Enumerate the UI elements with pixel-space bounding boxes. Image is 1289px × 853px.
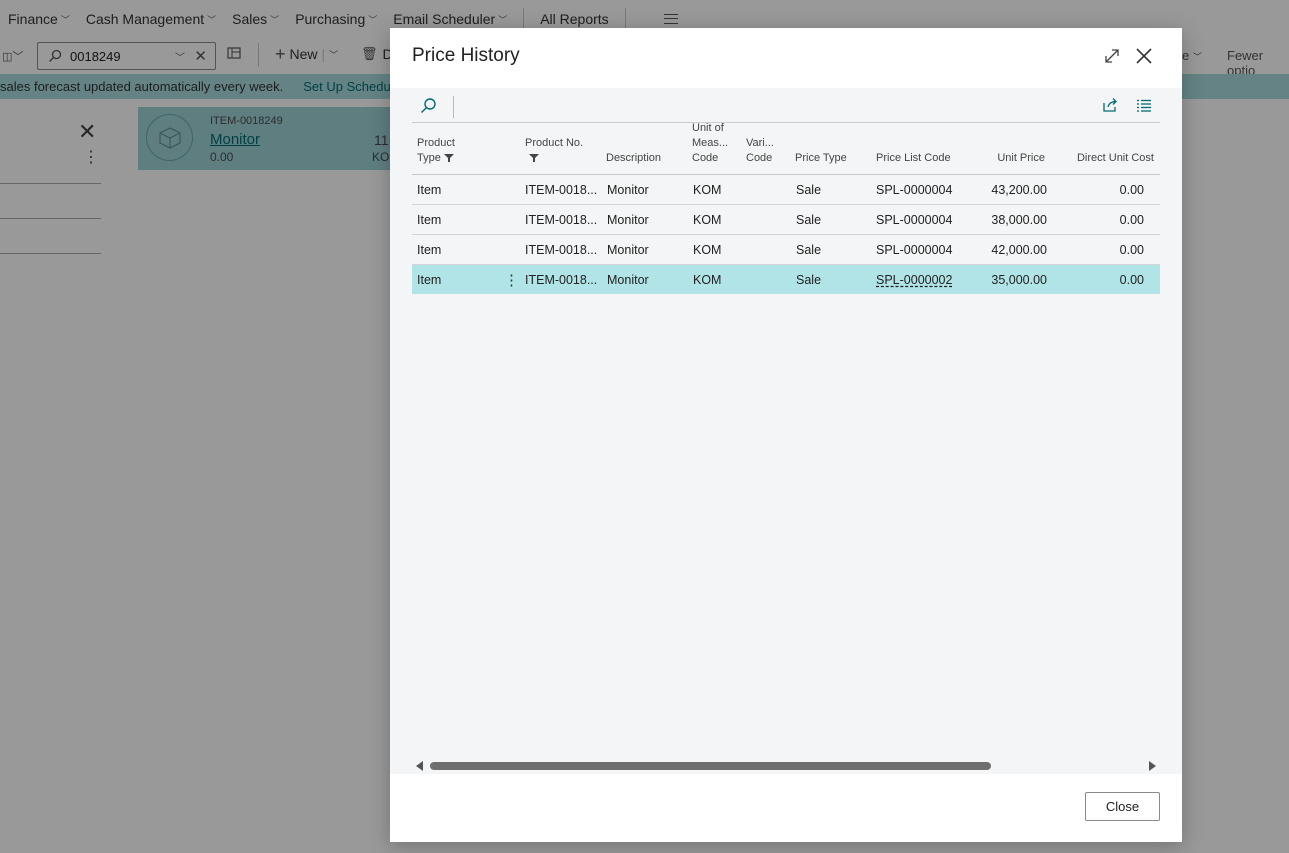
close-button[interactable]: Close: [1085, 792, 1160, 821]
price-history-grid: Product Type Product No. Description Uni…: [412, 122, 1160, 294]
col-variant[interactable]: Vari... Code: [746, 136, 774, 166]
dialog-toolbar: [412, 92, 1160, 123]
col-uom[interactable]: Unit of Meas... Code: [692, 121, 728, 166]
cell-uom: KOM: [693, 273, 722, 287]
dialog-header: Price History: [390, 28, 1182, 88]
cell-no: ITEM-0018...: [525, 213, 598, 227]
cell-unit-price: 35,000.00: [991, 273, 1047, 287]
table-row[interactable]: Item ITEM-0018... Monitor KOM Sale SPL-000000…: [412, 205, 1160, 235]
col-unit-price[interactable]: Unit Price: [997, 151, 1045, 166]
cell-desc: Monitor: [607, 243, 649, 257]
cell-desc: Monitor: [607, 183, 649, 197]
table-row[interactable]: Item ITEM-0018... Monitor KOM Sale SPL-000000…: [412, 265, 1160, 294]
cell-desc: Monitor: [607, 273, 649, 287]
filter-icon: [529, 154, 539, 163]
cell-type: Item: [417, 213, 442, 227]
cell-desc: Monitor: [607, 213, 649, 227]
cell-price-type: Sale: [796, 243, 822, 257]
col-product-no[interactable]: Product No.: [525, 136, 583, 166]
expand-icon[interactable]: [1103, 47, 1121, 65]
cell-price-type: Sale: [796, 273, 822, 287]
col-product-type[interactable]: Product Type: [417, 136, 455, 166]
scroll-left-arrow-icon[interactable]: [416, 761, 423, 771]
horizontal-scrollbar[interactable]: [412, 759, 1160, 773]
table-row[interactable]: Item ITEM-0018... Monitor KOM Sale SPL-000000…: [412, 235, 1160, 265]
cell-price-type: Sale: [796, 183, 822, 197]
row-more-options-icon[interactable]: ⋮: [504, 271, 519, 289]
col-direct-unit-cost[interactable]: Direct Unit Cost: [1077, 151, 1154, 166]
cell-cost: 0.00: [1119, 183, 1144, 197]
cell-uom: KOM: [693, 183, 722, 197]
price-history-dialog: Price History Product Type Product No. D…: [390, 28, 1182, 842]
list-view-icon[interactable]: [1136, 97, 1152, 113]
col-price-type[interactable]: Price Type: [795, 151, 847, 166]
cell-list-code: SPL-0000004: [876, 183, 953, 197]
table-row[interactable]: Item ITEM-0018... Monitor KOM Sale SPL-000000…: [412, 175, 1160, 205]
share-icon[interactable]: [1102, 97, 1118, 113]
toolbar-divider: [453, 96, 454, 118]
cell-no: ITEM-0018...: [525, 273, 598, 287]
col-description[interactable]: Description: [606, 151, 661, 166]
cell-price-type: Sale: [796, 213, 822, 227]
cell-type: Item: [417, 243, 442, 257]
cell-type: Item: [417, 273, 442, 287]
col-price-list-code[interactable]: Price List Code: [876, 151, 951, 166]
cell-cost: 0.00: [1119, 213, 1144, 227]
cell-unit-price: 38,000.00: [991, 213, 1047, 227]
cell-cost: 0.00: [1119, 243, 1144, 257]
search-icon[interactable]: [420, 97, 437, 114]
cell-unit-price: 42,000.00: [991, 243, 1047, 257]
cell-list-code: SPL-0000004: [876, 213, 953, 227]
dialog-title: Price History: [412, 45, 520, 66]
cell-uom: KOM: [693, 243, 722, 257]
scrollbar-thumb[interactable]: [430, 762, 991, 770]
cell-cost: 0.00: [1119, 273, 1144, 287]
dialog-footer: Close: [390, 774, 1182, 842]
close-icon[interactable]: [1134, 46, 1154, 66]
cell-list-code[interactable]: SPL-0000002: [876, 273, 952, 287]
cell-list-code: SPL-0000004: [876, 243, 953, 257]
cell-no: ITEM-0018...: [525, 243, 598, 257]
scroll-right-arrow-icon[interactable]: [1149, 761, 1156, 771]
grid-header: Product Type Product No. Description Uni…: [412, 122, 1160, 175]
filter-icon: [443, 154, 454, 163]
cell-uom: KOM: [693, 213, 722, 227]
cell-type: Item: [417, 183, 442, 197]
cell-no: ITEM-0018...: [525, 183, 598, 197]
cell-unit-price: 43,200.00: [991, 183, 1047, 197]
grid-body: Item ITEM-0018... Monitor KOM Sale SPL-000000…: [412, 175, 1160, 294]
